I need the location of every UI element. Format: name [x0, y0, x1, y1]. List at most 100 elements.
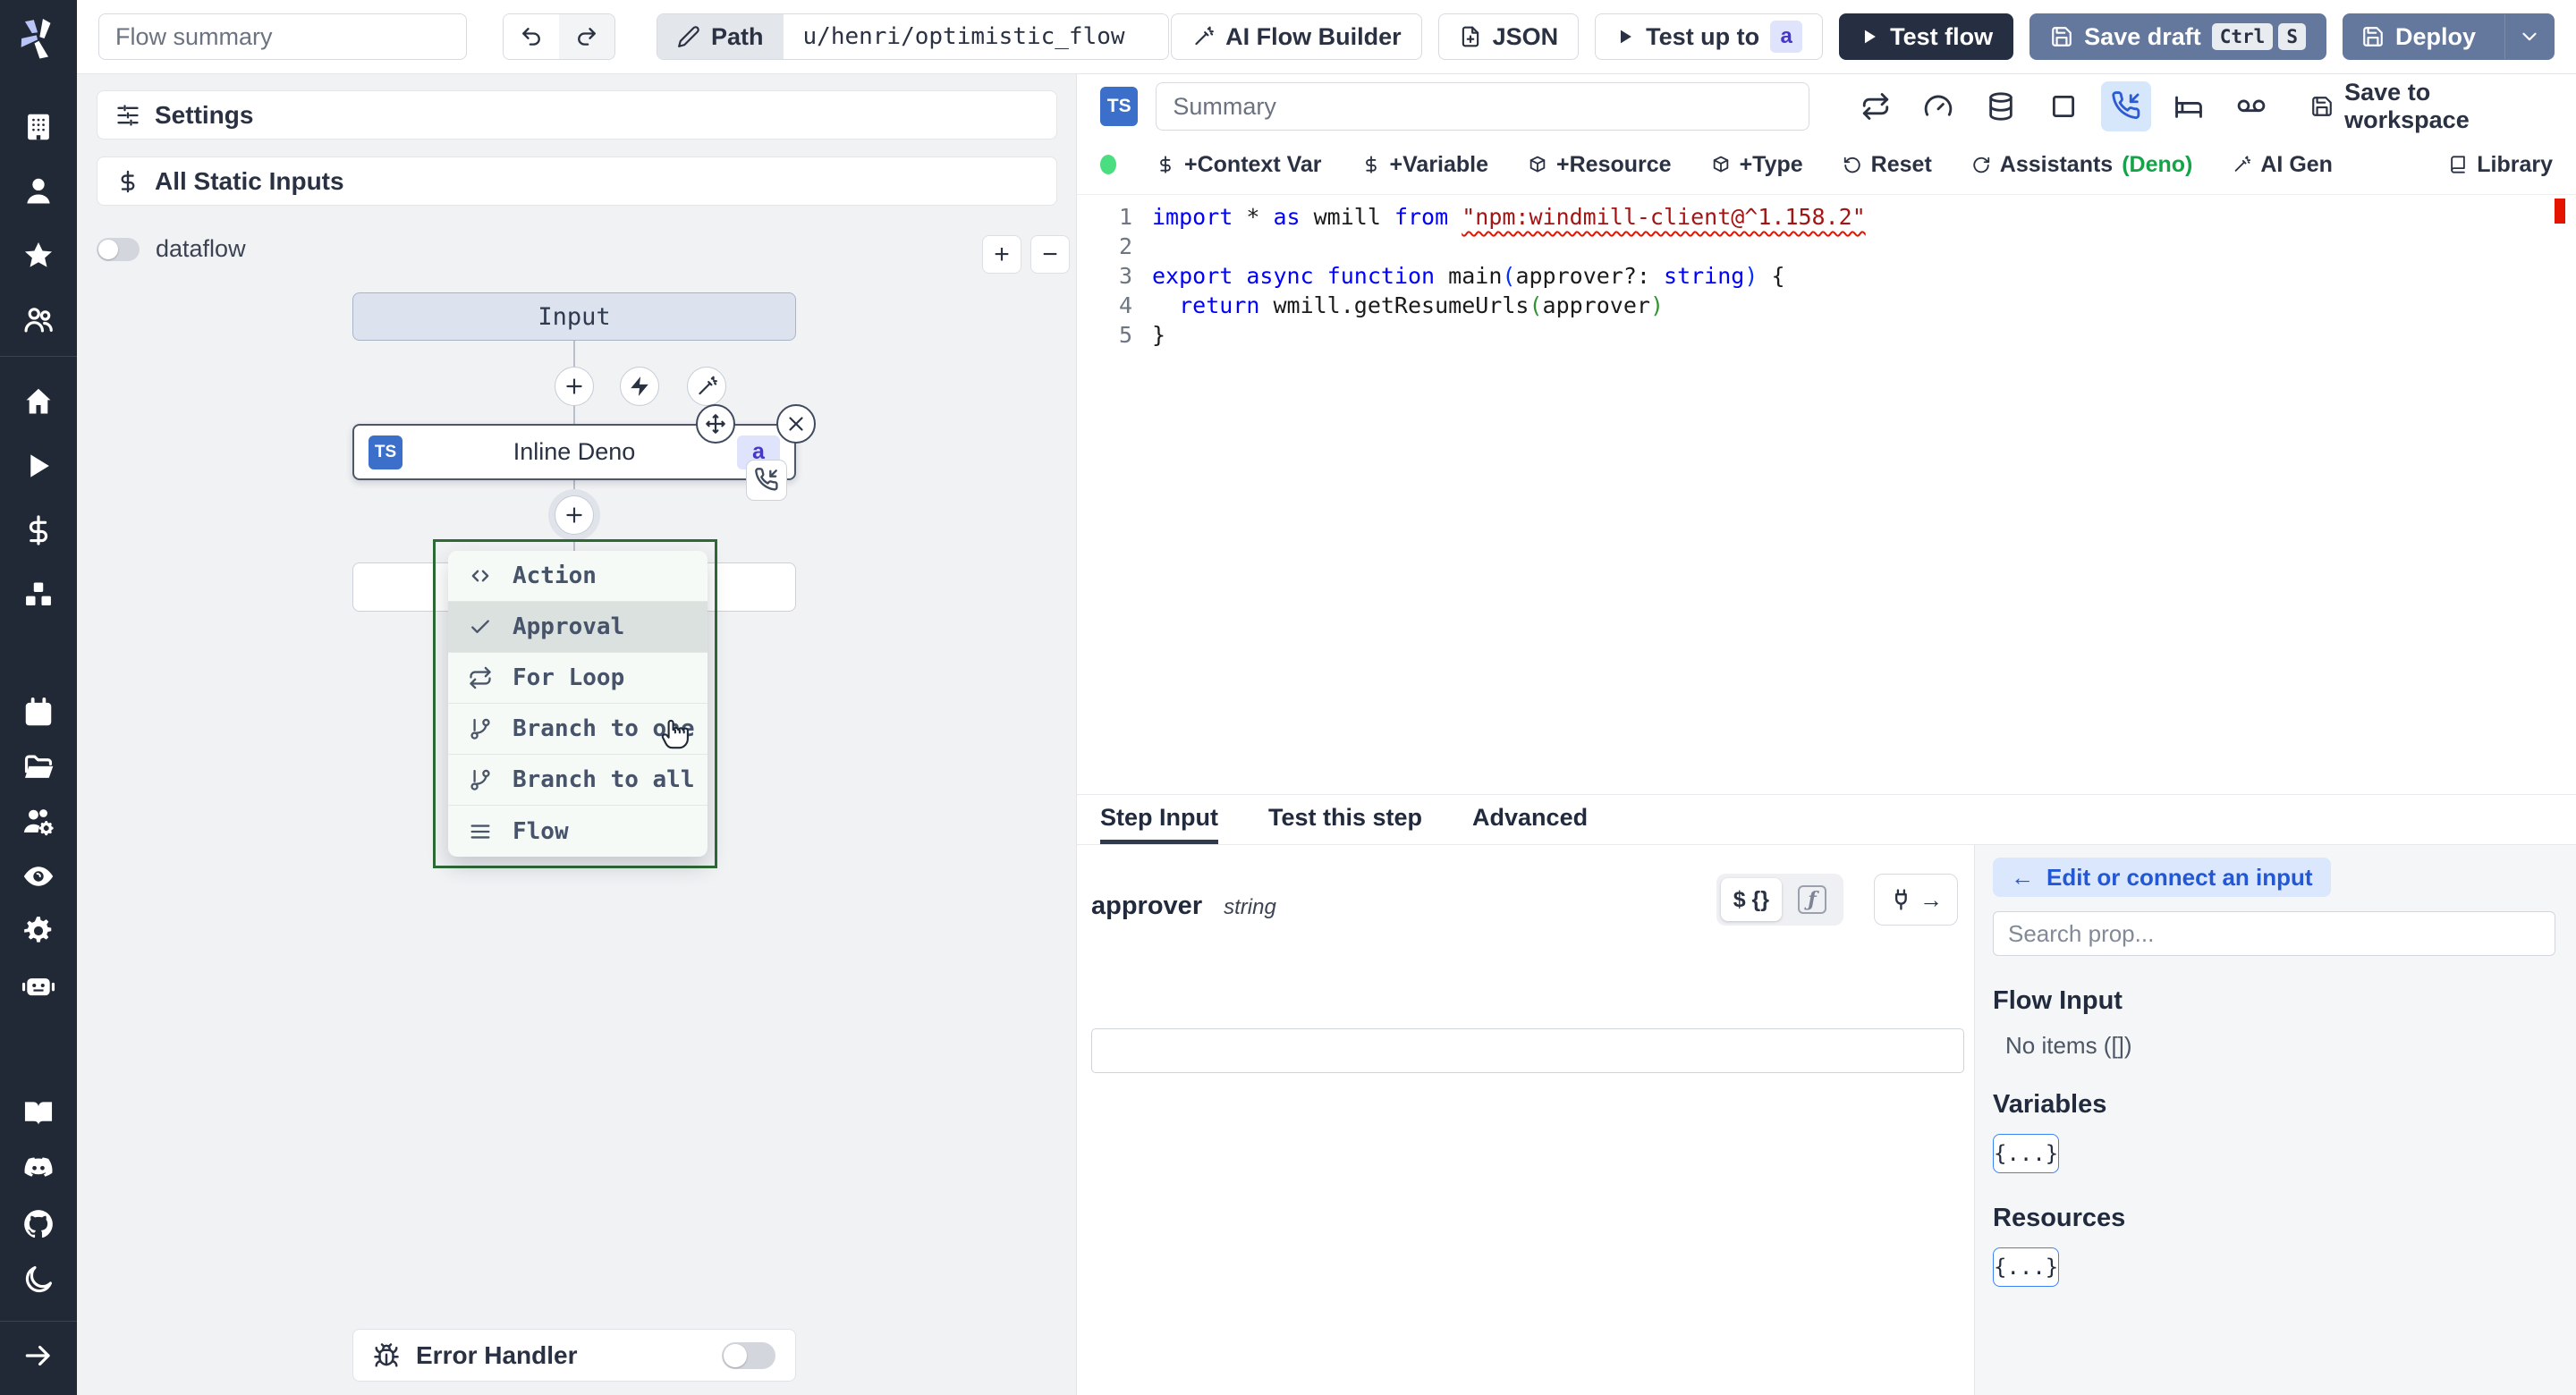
flow-input-node[interactable]: Input	[352, 292, 796, 341]
menu-item-for-loop[interactable]: For Loop	[448, 653, 708, 704]
rail-robot-button[interactable]	[13, 968, 64, 1003]
windmill-logo[interactable]	[0, 0, 77, 77]
rail-folder-button[interactable]	[13, 749, 64, 785]
tool-repeat-button[interactable]	[1851, 81, 1901, 131]
library-button[interactable]: Library	[2448, 152, 2553, 178]
step-settings-toolbar	[1851, 81, 2276, 131]
test-up-to-button[interactable]: Test up to a	[1595, 13, 1824, 60]
settings-gear-icon	[21, 914, 55, 948]
rail-user-button[interactable]	[13, 173, 64, 209]
error-handler-toggle[interactable]	[722, 1341, 775, 1369]
function-mode-toggle[interactable]: ƒ	[1785, 878, 1839, 921]
book-open-icon	[21, 1096, 55, 1130]
path-button[interactable]: Path	[657, 14, 784, 59]
move-icon	[704, 412, 727, 435]
rail-dollar-button[interactable]	[13, 512, 64, 548]
edit-or-connect-button[interactable]: ← Edit or connect an input	[1993, 858, 2331, 897]
insert-step-button[interactable]	[555, 367, 594, 406]
move-step-button[interactable]	[696, 404, 735, 444]
test-flow-button[interactable]: Test flow	[1839, 13, 2014, 60]
settings-row[interactable]: Settings	[97, 90, 1057, 140]
tab-advanced[interactable]: Advanced	[1472, 795, 1588, 844]
trigger-button[interactable]	[620, 367, 659, 406]
tab-step-input[interactable]: Step Input	[1100, 795, 1218, 844]
tool-square-button[interactable]	[2038, 81, 2089, 131]
action--type-button[interactable]: +Type	[1711, 152, 1803, 178]
redo-icon	[574, 24, 599, 49]
menu-item-branch-to-all[interactable]: Branch to all	[448, 755, 708, 806]
action-assistants-button[interactable]: Assistants (Deno)	[1971, 152, 2192, 178]
step-input-area: approver string $ {} ƒ → ← Edit or conne…	[1077, 845, 2576, 1395]
suspend-step-badge[interactable]	[746, 460, 787, 501]
menu-item-flow[interactable]: Flow	[448, 806, 708, 857]
gauge-icon	[1923, 91, 1953, 122]
all-static-inputs-row[interactable]: All Static Inputs	[97, 156, 1057, 206]
redo-button[interactable]	[559, 14, 614, 59]
rail-book-open-button[interactable]	[13, 1095, 64, 1131]
plus-icon	[563, 503, 586, 527]
zoom-in-button[interactable]: +	[982, 235, 1021, 274]
prop-object-chip[interactable]: {...}	[1993, 1247, 2060, 1287]
boxes-icon	[21, 578, 55, 612]
tool-bed-button[interactable]	[2164, 81, 2214, 131]
code-line[interactable]	[1132, 232, 1152, 261]
prop-search-input[interactable]	[1993, 911, 2555, 956]
step-summary-input[interactable]	[1156, 82, 1810, 131]
approver-value-input[interactable]	[1091, 1028, 1964, 1073]
action--variable-button[interactable]: +Variable	[1361, 152, 1488, 178]
calendar-icon	[21, 696, 55, 730]
windmill-flow-builder: Path u/henri/optimistic_flow AI Flow Bui…	[0, 0, 2576, 1395]
tool-voicemail-button[interactable]	[2226, 81, 2276, 131]
rail-settings-gear-button[interactable]	[13, 913, 64, 949]
save-draft-button[interactable]: Save draft Ctrl S	[2029, 13, 2326, 60]
deploy-button[interactable]: Deploy	[2343, 14, 2494, 59]
rail-eye-button[interactable]	[13, 858, 64, 894]
rail-calendar-button[interactable]	[13, 695, 64, 731]
tool-database-button[interactable]	[1976, 81, 2026, 131]
code-line[interactable]: }	[1132, 320, 1165, 350]
ai-generate-step-button[interactable]	[687, 367, 726, 406]
delete-step-button[interactable]	[776, 404, 816, 444]
prop-object-chip[interactable]: {...}	[1993, 1134, 2060, 1173]
tab-test-this-step[interactable]: Test this step	[1268, 795, 1422, 844]
code-line[interactable]: return wmill.getResumeUrls(approver)	[1132, 291, 1664, 320]
path-control[interactable]: Path u/henri/optimistic_flow	[657, 13, 1169, 60]
rail-arrow-right-button[interactable]	[13, 1338, 64, 1374]
rail-home-button[interactable]	[13, 384, 64, 419]
menu-item-action[interactable]: Action	[448, 551, 708, 602]
connect-input-button[interactable]: →	[1874, 874, 1958, 926]
tool-gauge-button[interactable]	[1913, 81, 1963, 131]
insert-step-below-button[interactable]	[555, 495, 594, 535]
save-draft-label: Save draft	[2084, 22, 2201, 50]
json-button[interactable]: JSON	[1437, 13, 1580, 60]
rail-github-button[interactable]	[13, 1206, 64, 1242]
menu-item-label: For Loop	[513, 664, 625, 691]
deploy-more-button[interactable]	[2504, 14, 2554, 59]
dataflow-toggle[interactable]	[97, 237, 140, 261]
rail-users-button[interactable]	[13, 302, 64, 338]
code-editor[interactable]: 1 import * as wmill from "npm:windmill-cl…	[1077, 194, 2576, 794]
rail-play-button[interactable]	[13, 448, 64, 484]
rail-boxes-button[interactable]	[13, 577, 64, 613]
action--context-var-button[interactable]: +Context Var	[1156, 152, 1322, 178]
expression-mode-toggle[interactable]: $ {}	[1720, 878, 1782, 921]
save-icon	[2310, 95, 2334, 118]
menu-item-approval[interactable]: Approval	[448, 602, 708, 653]
rail-users-cog-button[interactable]	[13, 804, 64, 840]
action-reset-button[interactable]: Reset	[1843, 152, 1932, 178]
ai-flow-builder-button[interactable]: AI Flow Builder	[1171, 13, 1422, 60]
action--resource-button[interactable]: +Resource	[1528, 152, 1672, 178]
rail-star-button[interactable]	[13, 238, 64, 274]
code-line[interactable]: import * as wmill from "npm:windmill-cli…	[1132, 202, 1866, 232]
rail-moon-button[interactable]	[13, 1262, 64, 1298]
undo-button[interactable]	[504, 14, 559, 59]
flow-summary-input[interactable]	[98, 13, 467, 60]
action-ai-gen-button[interactable]: AI Gen	[2232, 152, 2333, 178]
code-line[interactable]: export async function main(approver?: st…	[1132, 261, 1785, 291]
zoom-out-button[interactable]: −	[1030, 235, 1070, 274]
save-to-workspace-button[interactable]: Save to workspace	[2310, 79, 2553, 134]
rail-discord-button[interactable]	[13, 1151, 64, 1187]
rail-building-button[interactable]	[13, 109, 64, 145]
tool-phone-in-button[interactable]	[2101, 81, 2152, 131]
action-label: +Context Var	[1184, 151, 1322, 177]
